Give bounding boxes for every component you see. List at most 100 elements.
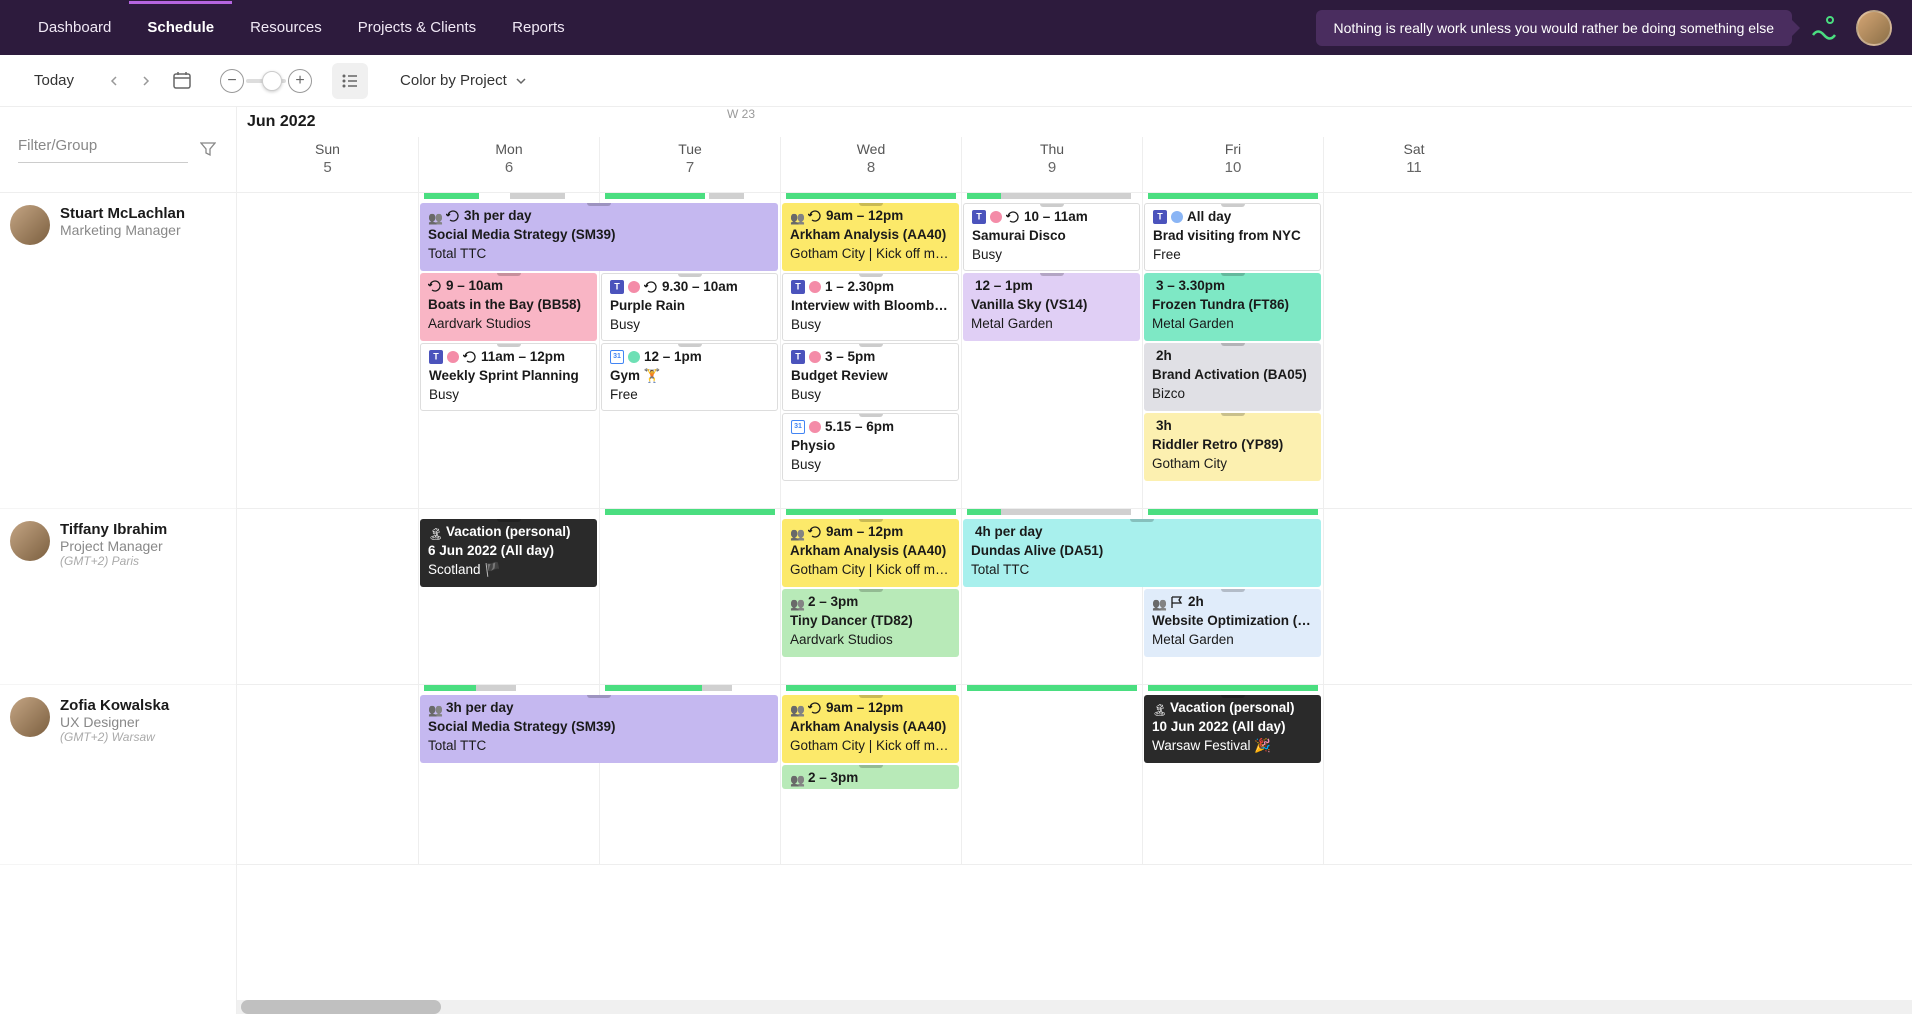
- recur-icon: [808, 525, 822, 539]
- zoom-handle[interactable]: [262, 71, 282, 91]
- event-time: 9 – 10am: [446, 278, 503, 293]
- event-drag-handle[interactable]: [859, 519, 883, 522]
- teams-icon: [429, 350, 443, 364]
- event-drag-handle[interactable]: [859, 203, 883, 206]
- event-drag-handle[interactable]: [678, 344, 702, 347]
- nav-schedule[interactable]: Schedule: [129, 1, 232, 54]
- calendar-event[interactable]: 1 – 2.30pm Interview with Bloomberg Busy: [782, 273, 959, 341]
- day-name: Mon: [419, 141, 599, 157]
- calendar-event[interactable]: 3h per day Social Media Strategy (SM39) …: [420, 203, 778, 271]
- calendar-event[interactable]: 9.30 – 10am Purple Rain Busy: [601, 273, 778, 341]
- teams-icon: [972, 210, 986, 224]
- today-button[interactable]: Today: [20, 66, 88, 95]
- day-header: Tue7: [599, 137, 780, 192]
- calendar-picker-icon[interactable]: [172, 70, 194, 92]
- event-drag-handle[interactable]: [1221, 695, 1245, 698]
- next-week-button[interactable]: [132, 67, 160, 95]
- calendar-event[interactable]: 12 – 1pm Gym 🏋️ Free: [601, 343, 778, 411]
- calendar-event[interactable]: 4h per day Dundas Alive (DA51) Total TTC: [963, 519, 1321, 587]
- calendar-cell[interactable]: [1323, 193, 1504, 508]
- event-subtitle: Warsaw Festival 🎉: [1152, 737, 1313, 756]
- event-drag-handle[interactable]: [1040, 204, 1064, 207]
- zoom-in-button[interactable]: +: [288, 69, 312, 93]
- calendar-row: 3h per day Social Media Strategy (SM39) …: [237, 193, 1912, 509]
- event-drag-handle[interactable]: [859, 344, 883, 347]
- person-row[interactable]: Zofia Kowalska UX Designer (GMT+2) Warsa…: [0, 685, 236, 865]
- event-drag-handle[interactable]: [587, 695, 611, 698]
- event-time-row: 4h per day: [971, 523, 1313, 542]
- calendar-event[interactable]: 10 – 11am Samurai Disco Busy: [963, 203, 1140, 271]
- event-drag-handle[interactable]: [859, 695, 883, 698]
- event-drag-handle[interactable]: [1130, 519, 1154, 522]
- event-drag-handle[interactable]: [859, 589, 883, 592]
- person-row[interactable]: Tiffany Ibrahim Project Manager (GMT+2) …: [0, 509, 236, 685]
- event-drag-handle[interactable]: [678, 274, 702, 277]
- event-drag-handle[interactable]: [859, 414, 883, 417]
- calendar-event[interactable]: 3 – 5pm Budget Review Busy: [782, 343, 959, 411]
- nav-reports[interactable]: Reports: [494, 1, 583, 54]
- calendar-event[interactable]: 2 – 3pm Tiny Dancer (TD82) Aardvark Stud…: [782, 589, 959, 657]
- scrollbar-thumb[interactable]: [241, 1000, 441, 1014]
- event-drag-handle[interactable]: [497, 273, 521, 276]
- event-drag-handle[interactable]: [587, 203, 611, 206]
- filter-input[interactable]: Filter/Group: [18, 137, 188, 163]
- calendar-event[interactable]: 11am – 12pm Weekly Sprint Planning Busy: [420, 343, 597, 411]
- calendar-cell[interactable]: [237, 509, 418, 684]
- event-drag-handle[interactable]: [859, 274, 883, 277]
- nav-dashboard[interactable]: Dashboard: [20, 1, 129, 54]
- event-title: Riddler Retro (YP89): [1152, 436, 1313, 455]
- event-time: 3h per day: [464, 208, 532, 223]
- color-by-dropdown[interactable]: Color by Project: [400, 72, 527, 89]
- user-avatar[interactable]: [1856, 10, 1892, 46]
- event-drag-handle[interactable]: [1040, 273, 1064, 276]
- calendar-event[interactable]: 9 – 10am Boats in the Bay (BB58) Aardvar…: [420, 273, 597, 341]
- nav-projects[interactable]: Projects & Clients: [340, 1, 494, 54]
- person-row[interactable]: Stuart McLachlan Marketing Manager: [0, 193, 236, 509]
- event-time: 2h: [1156, 348, 1172, 363]
- event-title: Budget Review: [791, 367, 950, 386]
- recur-icon: [446, 209, 460, 223]
- calendar-cell[interactable]: [1323, 509, 1504, 684]
- calendar-event[interactable]: 12 – 1pm Vanilla Sky (VS14) Metal Garden: [963, 273, 1140, 341]
- week-label: W 23: [727, 107, 755, 121]
- calendar-event[interactable]: 2h Website Optimization (WO1 Metal Garde…: [1144, 589, 1321, 657]
- calendar-event[interactable]: 2 – 3pm: [782, 765, 959, 789]
- event-subtitle: Gotham City: [1152, 455, 1313, 474]
- filter-funnel-icon[interactable]: [200, 141, 218, 159]
- calendar-event[interactable]: Vacation (personal) 6 Jun 2022 (All day)…: [420, 519, 597, 587]
- calendar-event[interactable]: 3 – 3.30pm Frozen Tundra (FT86) Metal Ga…: [1144, 273, 1321, 341]
- prev-week-button[interactable]: [100, 67, 128, 95]
- event-subtitle: Total TTC: [428, 737, 770, 756]
- calendar-event[interactable]: 9am – 12pm Arkham Analysis (AA40) Gotham…: [782, 695, 959, 763]
- calendar-event[interactable]: 5.15 – 6pm Physio Busy: [782, 413, 959, 481]
- event-drag-handle[interactable]: [1221, 413, 1245, 416]
- calendar-event[interactable]: 9am – 12pm Arkham Analysis (AA40) Gotham…: [782, 519, 959, 587]
- day-header: Sun5: [237, 137, 418, 192]
- calendar-event[interactable]: 9am – 12pm Arkham Analysis (AA40) Gotham…: [782, 203, 959, 271]
- event-drag-handle[interactable]: [1221, 273, 1245, 276]
- calendar-cell[interactable]: [599, 509, 780, 684]
- zoom-slider[interactable]: [246, 79, 286, 83]
- calendar-grid[interactable]: Jun 2022 W 23 Sun5Mon6Tue7Wed8Thu9Fri10S…: [237, 107, 1912, 1014]
- calendar-event[interactable]: All day Brad visiting from NYC Free: [1144, 203, 1321, 271]
- calendar-event[interactable]: Vacation (personal) 10 Jun 2022 (All day…: [1144, 695, 1321, 763]
- calendar-event[interactable]: 2h Brand Activation (BA05) Bizco: [1144, 343, 1321, 411]
- zoom-out-button[interactable]: −: [220, 69, 244, 93]
- event-drag-handle[interactable]: [497, 344, 521, 347]
- calendar-cell[interactable]: [237, 193, 418, 508]
- calendar-cell[interactable]: [237, 685, 418, 864]
- event-drag-handle[interactable]: [1221, 204, 1245, 207]
- sidebar: Filter/Group Stuart McLachlan Marketing …: [0, 107, 237, 1014]
- horizontal-scrollbar[interactable]: [237, 1000, 1912, 1014]
- nav-resources[interactable]: Resources: [232, 1, 340, 54]
- calendar-cell[interactable]: [1323, 685, 1504, 864]
- event-drag-handle[interactable]: [1221, 343, 1245, 346]
- app-logo-icon[interactable]: [1808, 12, 1840, 44]
- event-drag-handle[interactable]: [859, 765, 883, 768]
- event-drag-handle[interactable]: [497, 519, 521, 522]
- calendar-cell[interactable]: [961, 685, 1142, 864]
- calendar-event[interactable]: 3h Riddler Retro (YP89) Gotham City: [1144, 413, 1321, 481]
- list-view-toggle[interactable]: [332, 63, 368, 99]
- event-drag-handle[interactable]: [1221, 589, 1245, 592]
- calendar-event[interactable]: 3h per day Social Media Strategy (SM39) …: [420, 695, 778, 763]
